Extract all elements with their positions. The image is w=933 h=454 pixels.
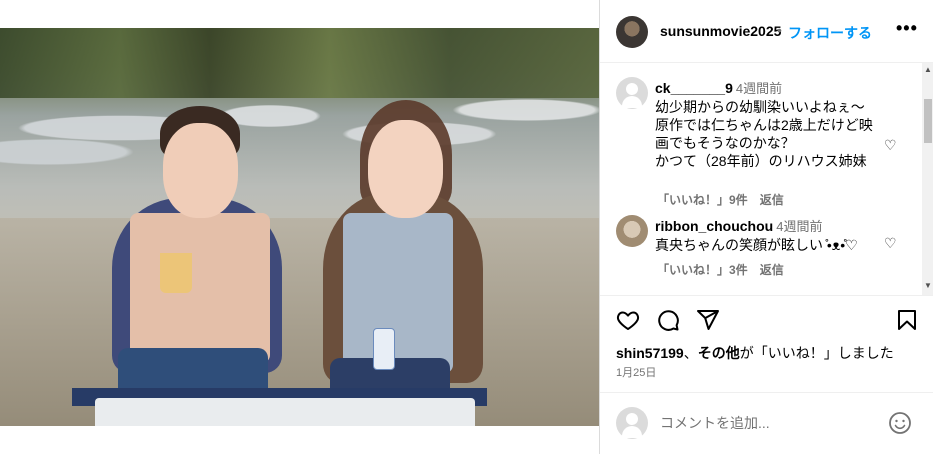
post-actions	[600, 295, 933, 340]
more-options-icon[interactable]: •••	[896, 18, 918, 39]
scroll-down-arrow-icon[interactable]: ▼	[924, 281, 932, 290]
comment-text: 真央ちゃんの笑顔が眩しい ̊•ᴥ•̊♡	[655, 237, 858, 253]
heart-icon[interactable]	[616, 308, 640, 332]
user-avatar[interactable]	[616, 215, 648, 247]
likes-connector: 、	[683, 345, 698, 361]
comment-like-icon[interactable]: ♡	[884, 235, 897, 252]
comment-username[interactable]: ribbon_chouchou	[655, 218, 773, 234]
instagram-post-modal: sunsunmovie2025 • フォローする ••• ck_______9 4…	[0, 0, 933, 454]
emoji-icon[interactable]	[888, 411, 912, 435]
post-photo[interactable]	[0, 28, 599, 426]
default-avatar-icon	[616, 407, 648, 439]
person-left-apron	[130, 213, 270, 363]
comment-username[interactable]: ck_______9	[655, 80, 733, 96]
post-media-area	[0, 0, 599, 454]
likes-summary: shin57199、その他が「いいね！」しました	[616, 343, 894, 363]
share-icon[interactable]	[696, 308, 720, 332]
post-header: sunsunmovie2025 • フォローする •••	[600, 0, 933, 63]
header-separator: •	[777, 22, 782, 38]
scroll-up-arrow-icon[interactable]: ▲	[924, 65, 932, 74]
comment-likes-count[interactable]: 「いいね！」9件	[657, 193, 748, 207]
photo-rocks	[0, 68, 599, 188]
comment-time[interactable]: 4週間前	[736, 81, 782, 96]
comment-meta: 「いいね！」9件 返信	[657, 191, 796, 208]
liker-username[interactable]: shin57199	[616, 345, 684, 361]
comment-icon[interactable]	[656, 308, 680, 332]
add-comment-bar	[600, 392, 933, 454]
post-date[interactable]: 1月25日	[616, 364, 656, 380]
drink-can	[373, 328, 395, 370]
person-right-face	[368, 120, 443, 218]
reply-button[interactable]: 返信	[760, 193, 784, 207]
comment-body: ribbon_chouchou 4週間前 真央ちゃんの笑顔が眩しい ̊•ᴥ•̊♡	[655, 217, 895, 254]
reply-button[interactable]: 返信	[760, 263, 784, 277]
camp-table	[95, 398, 475, 426]
likes-suffix: が「いいね！」しました	[739, 345, 894, 361]
comment-time[interactable]: 4週間前	[776, 219, 822, 234]
comment-text: 幼少期からの幼馴染いいよねぇ〜 原作では仁ちゃんは2歳上だけど映 画でもそうなの…	[655, 99, 873, 169]
account-avatar[interactable]	[616, 16, 648, 48]
comment-likes-count[interactable]: 「いいね！」3件	[657, 263, 748, 277]
save-bookmark-icon[interactable]	[895, 308, 919, 332]
post-side-panel: sunsunmovie2025 • フォローする ••• ck_______9 4…	[599, 0, 933, 454]
person-right-apron	[343, 213, 453, 373]
default-avatar-icon[interactable]	[616, 77, 648, 109]
person-left-face	[163, 123, 238, 218]
likes-others-link[interactable]: その他	[698, 345, 740, 361]
account-username[interactable]: sunsunmovie2025	[660, 23, 781, 39]
follow-button[interactable]: フォローする	[788, 23, 872, 43]
comment-like-icon[interactable]: ♡	[884, 137, 897, 154]
comments-list[interactable]: ck_______9 4週間前 幼少期からの幼馴染いいよねぇ〜 原作では仁ちゃんは…	[600, 63, 933, 295]
scrollbar-thumb[interactable]	[924, 99, 932, 143]
comment-input[interactable]	[660, 413, 870, 433]
beer-cup	[160, 253, 192, 293]
comment-meta: 「いいね！」3件 返信	[657, 261, 796, 278]
comment-body: ck_______9 4週間前 幼少期からの幼馴染いいよねぇ〜 原作では仁ちゃんは…	[655, 79, 895, 170]
comments-scrollbar[interactable]: ▲ ▼	[922, 63, 933, 295]
